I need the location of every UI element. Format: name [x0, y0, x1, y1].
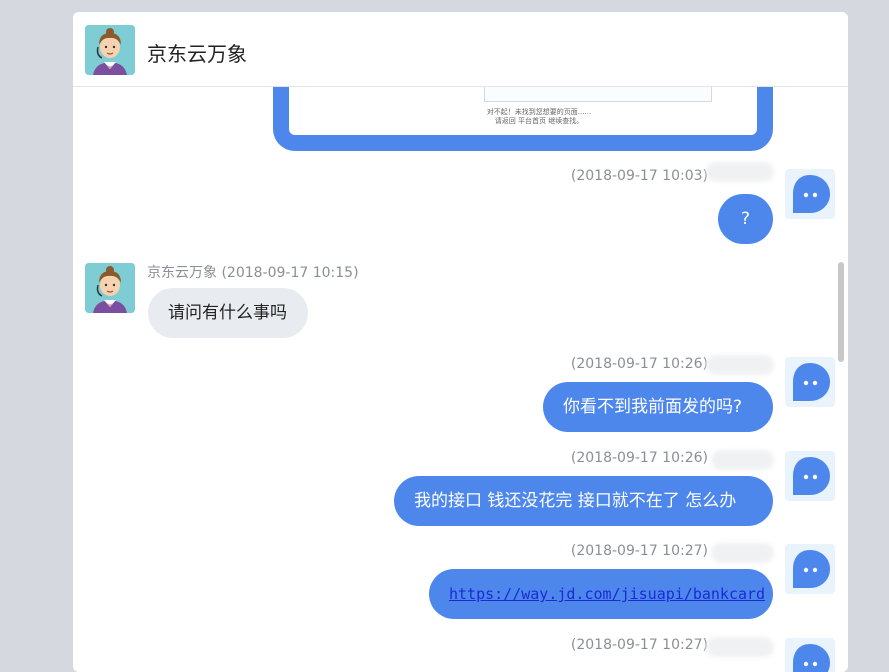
user-avatar [785, 638, 835, 672]
message-meta: (2018-09-17 10:26) [570, 450, 708, 466]
image-message[interactable]: 对不起！未找到您想要的页面...... 请返回 平台首页 继续查找。 [73, 12, 848, 151]
chat-header: 京东云万象 [73, 12, 848, 87]
message-meta: (2018-09-17 10:27) [570, 543, 708, 559]
chat-bubble-icon [793, 363, 830, 401]
image-preview [484, 87, 712, 102]
image-caption-line2: 请返回 平台首页 继续查找。 [494, 117, 584, 125]
message-meta: (2018-09-17 10:26) [570, 356, 708, 372]
user-avatar [785, 357, 835, 407]
chat-bubble-icon [793, 644, 830, 672]
redacted-name [706, 162, 774, 182]
message-meta: (2018-09-17 10:03) [570, 168, 708, 184]
redacted-name [711, 543, 774, 563]
message-link[interactable]: https://way.jd.com/jisuapi/bankcard [449, 585, 765, 603]
agent-avatar [85, 263, 135, 313]
scrollbar[interactable] [838, 262, 844, 362]
message-bubble-outgoing[interactable]: ? [718, 194, 773, 244]
chat-panel: 京东云万象 对不起！未找到您想要的页面...... 请返回 平台首页 继续查找。… [73, 12, 848, 672]
agent-avatar-icon [85, 263, 135, 313]
user-avatar [785, 544, 835, 594]
message-bubble-outgoing[interactable]: 你看不到我前面发的吗? [543, 382, 773, 432]
chat-bubble-icon [793, 457, 830, 495]
chat-bubble-icon [793, 550, 830, 588]
message-meta: (2018-09-17 10:27) [570, 637, 708, 653]
message-bubble-incoming[interactable]: 请问有什么事吗 [148, 288, 308, 338]
message-bubble-outgoing: https://way.jd.com/jisuapi/bankcard [429, 569, 773, 619]
message-bubble-outgoing[interactable]: 我的接口 钱还没花完 接口就不在了 怎么办 [394, 476, 773, 526]
chat-title: 京东云万象 [147, 42, 247, 66]
redacted-name [711, 450, 774, 470]
message-meta: 京东云万象 (2018-09-17 10:15) [147, 265, 359, 281]
redacted-name [706, 355, 774, 375]
user-avatar [785, 169, 835, 219]
agent-avatar-icon [85, 25, 135, 75]
redacted-name [706, 637, 774, 657]
chat-bubble-icon [793, 175, 830, 213]
agent-avatar [85, 25, 135, 75]
user-avatar [785, 451, 835, 501]
